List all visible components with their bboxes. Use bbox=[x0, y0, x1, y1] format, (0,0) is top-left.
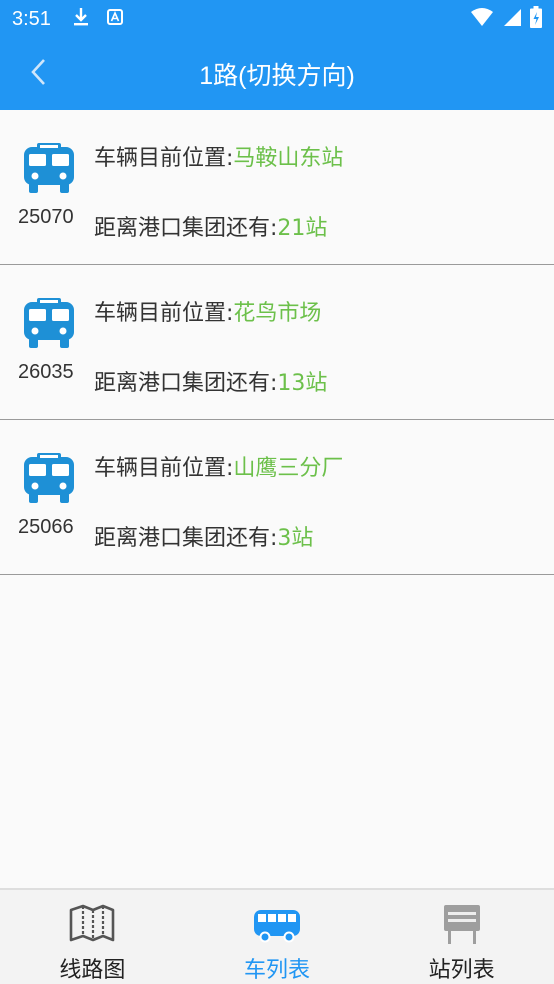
distance-line: 距离港口集团还有:21站 bbox=[94, 210, 327, 242]
app-bar: 1路(切换方向) bbox=[0, 38, 554, 110]
distance-label: 距离港口集团还有: bbox=[94, 216, 278, 241]
location-value: 花鸟市场 bbox=[233, 301, 322, 326]
download-icon bbox=[73, 7, 89, 31]
status-bar: 3:51 bbox=[0, 0, 554, 38]
location-label: 车辆目前位置: bbox=[94, 301, 234, 326]
location-label: 车辆目前位置: bbox=[94, 456, 234, 481]
tab-label: 车列表 bbox=[244, 958, 311, 983]
distance-line: 距离港口集团还有:13站 bbox=[94, 365, 327, 397]
font-a-icon bbox=[106, 9, 123, 29]
distance-value: 3站 bbox=[277, 526, 314, 551]
page-title[interactable]: 1路(切换方向) bbox=[0, 38, 554, 110]
signal-icon bbox=[502, 7, 522, 31]
bus-icon bbox=[22, 298, 76, 350]
location-line: 车辆目前位置:山鹰三分厂 bbox=[94, 450, 343, 482]
location-label: 车辆目前位置: bbox=[94, 146, 234, 171]
bus-icon bbox=[22, 453, 76, 505]
location-value: 山鹰三分厂 bbox=[233, 456, 344, 481]
bus-icon bbox=[253, 904, 301, 944]
location-value: 马鞍山东站 bbox=[233, 146, 344, 171]
tab-stop-list[interactable]: 站列表 bbox=[369, 890, 554, 984]
bus-number: 25070 bbox=[18, 206, 74, 228]
bus-list-item[interactable]: 25070 车辆目前位置:马鞍山东站 距离港口集团还有:21站 bbox=[0, 110, 554, 265]
bus-number: 26035 bbox=[18, 361, 74, 383]
map-icon bbox=[68, 904, 116, 944]
bus-stop-sign-icon bbox=[438, 904, 486, 944]
wifi-icon bbox=[470, 7, 494, 31]
status-time: 3:51 bbox=[12, 7, 51, 30]
tab-label: 站列表 bbox=[428, 958, 495, 983]
distance-value: 13站 bbox=[277, 371, 328, 396]
bus-list-item[interactable]: 26035 车辆目前位置:花鸟市场 距离港口集团还有:13站 bbox=[0, 265, 554, 420]
bus-number: 25066 bbox=[18, 516, 74, 538]
distance-value: 21站 bbox=[277, 216, 328, 241]
location-line: 车辆目前位置:马鞍山东站 bbox=[94, 140, 343, 172]
distance-line: 距离港口集团还有:3站 bbox=[94, 520, 313, 552]
battery-icon bbox=[530, 6, 542, 32]
tab-label: 线路图 bbox=[59, 958, 126, 983]
tab-bus-list[interactable]: 车列表 bbox=[185, 890, 370, 984]
tab-route-map[interactable]: 线路图 bbox=[0, 890, 185, 984]
bus-icon bbox=[22, 143, 76, 195]
bus-list-item[interactable]: 25066 车辆目前位置:山鹰三分厂 距离港口集团还有:3站 bbox=[0, 420, 554, 575]
location-line: 车辆目前位置:花鸟市场 bbox=[94, 295, 321, 327]
bottom-nav: 线路图 车列表 站列表 bbox=[0, 888, 554, 984]
bus-list: 25070 车辆目前位置:马鞍山东站 距离港口集团还有:21站 26035 车辆… bbox=[0, 110, 554, 575]
distance-label: 距离港口集团还有: bbox=[94, 371, 278, 396]
distance-label: 距离港口集团还有: bbox=[94, 526, 278, 551]
